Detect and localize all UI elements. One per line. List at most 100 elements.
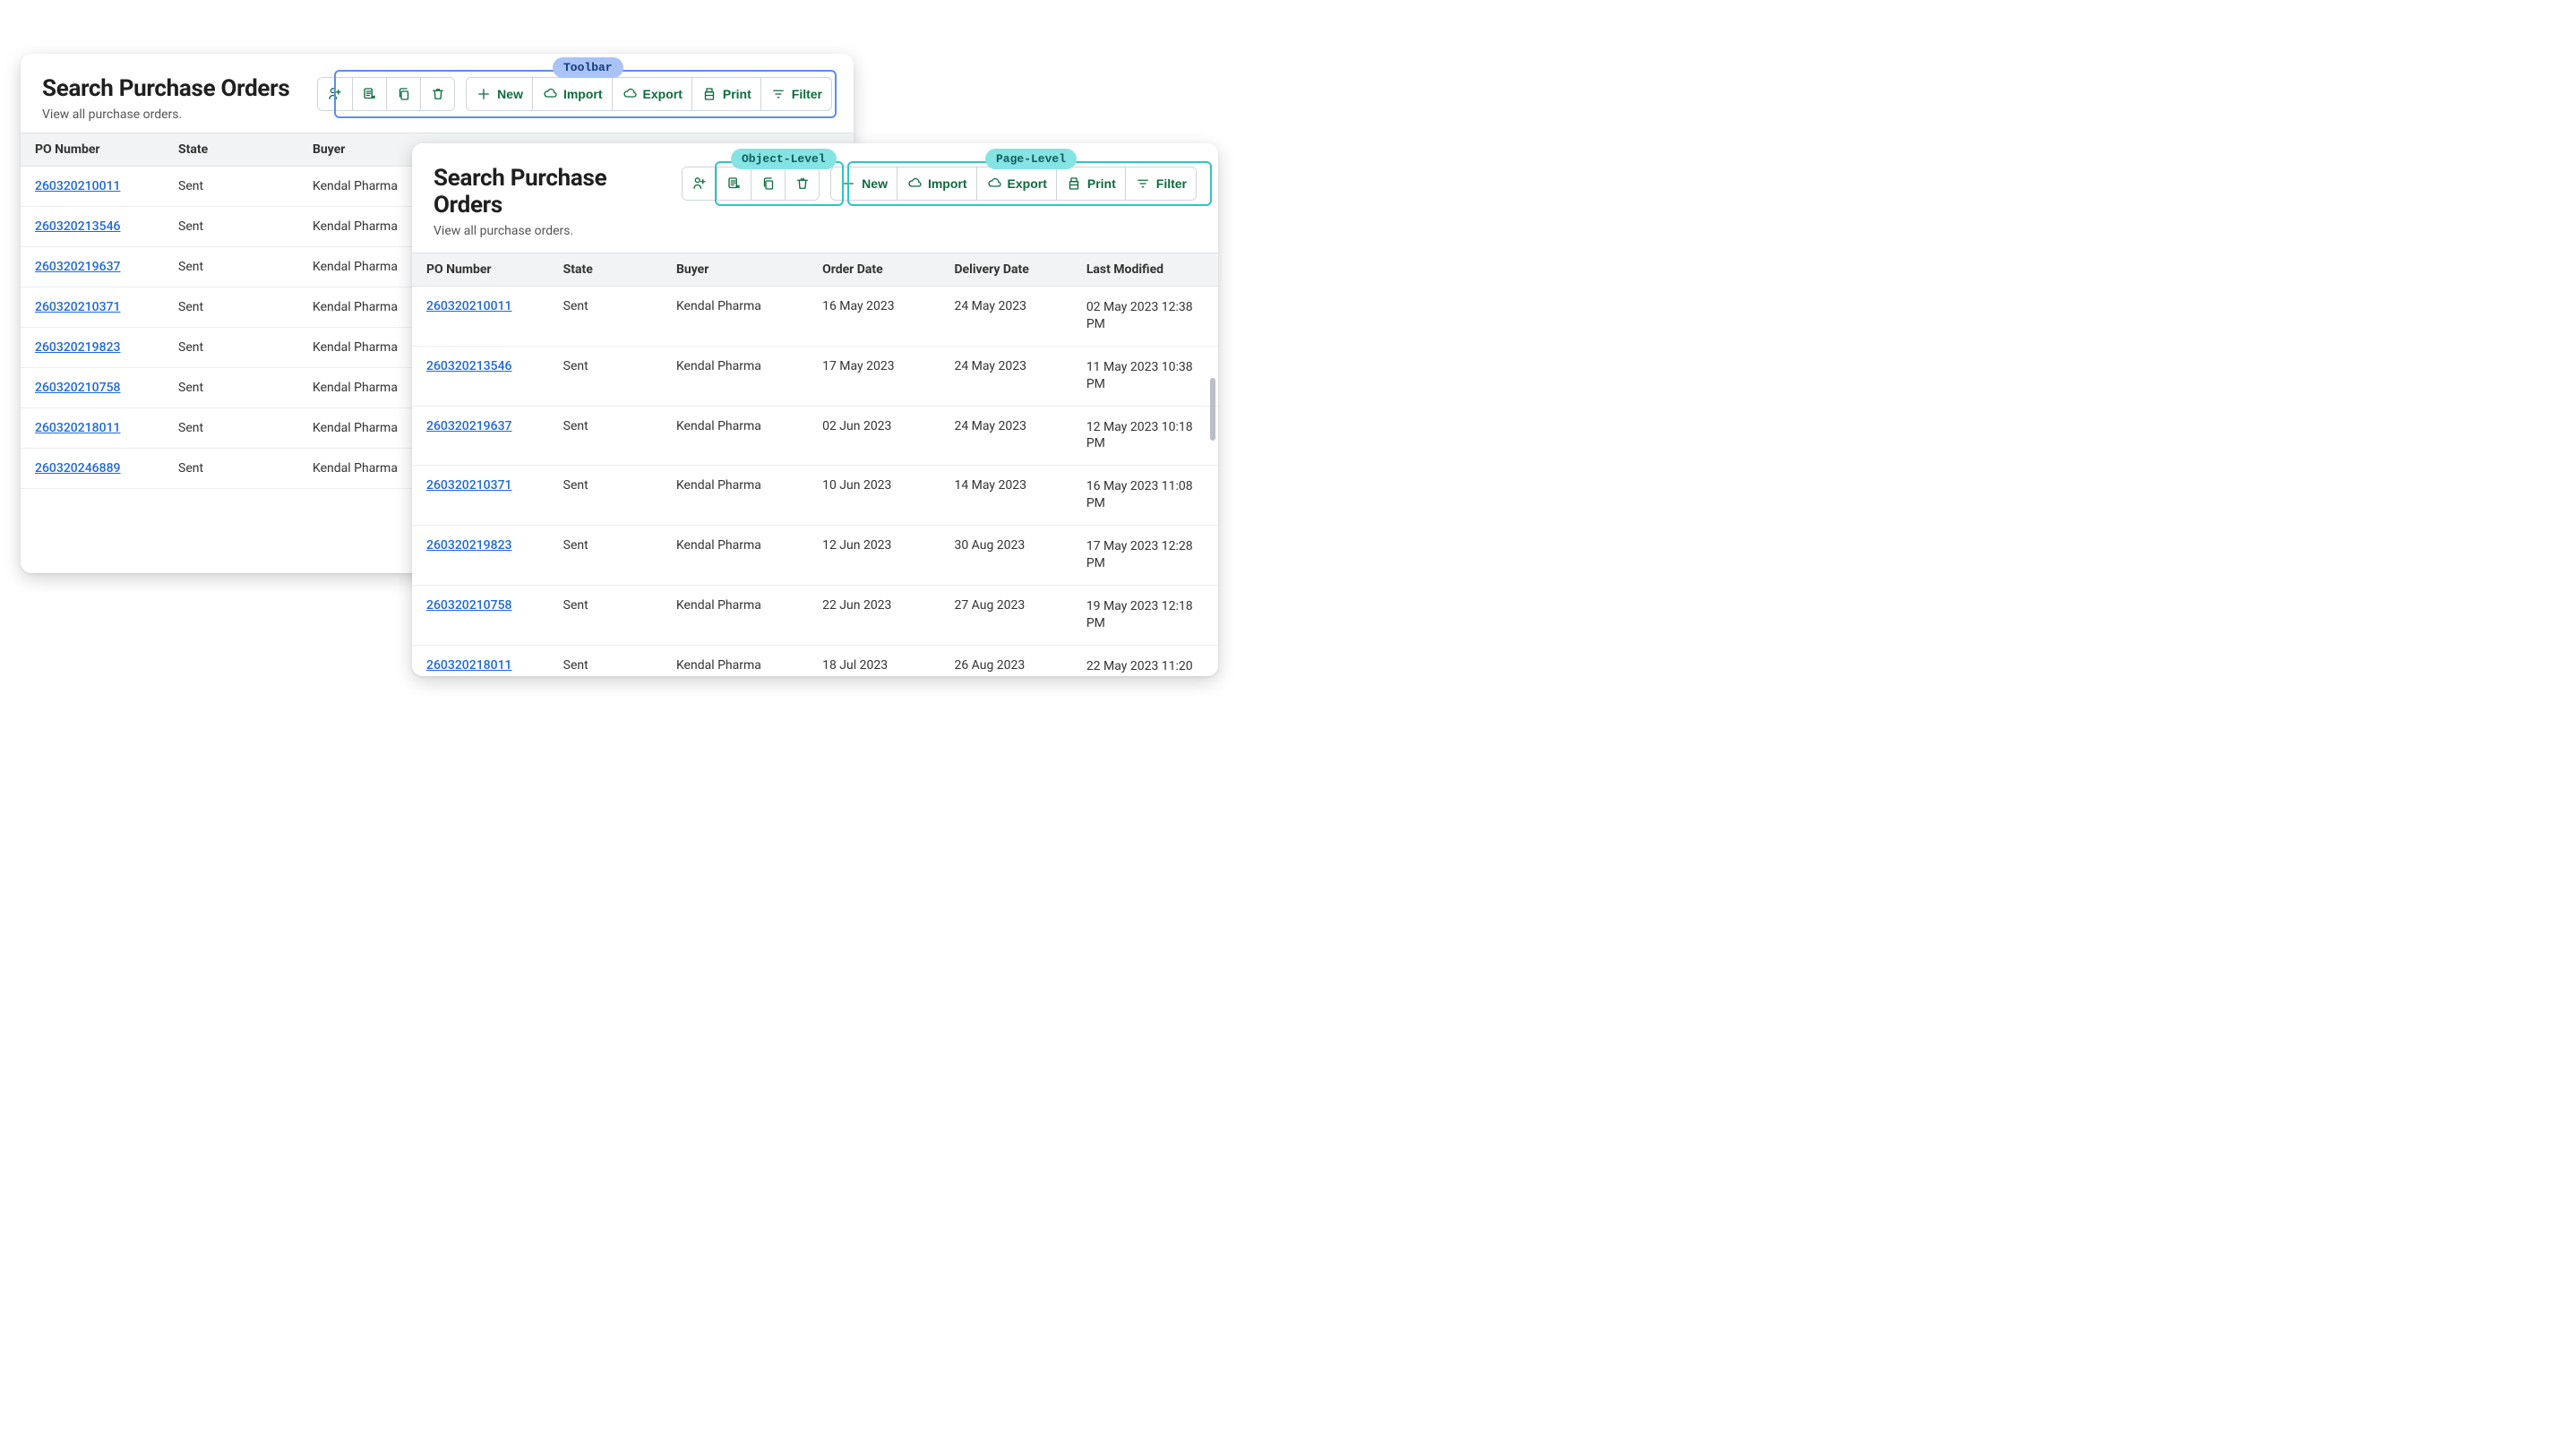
plus-icon bbox=[840, 176, 856, 192]
cloud-import-icon bbox=[542, 86, 558, 102]
cell-buyer: Kendal Pharma bbox=[662, 287, 808, 347]
add-user-button[interactable] bbox=[683, 167, 717, 200]
new-label: New bbox=[497, 87, 523, 101]
print-label: Print bbox=[723, 87, 751, 101]
table-row: 260320210371 SentKendal Pharma10 Jun 2023… bbox=[412, 466, 1218, 526]
copy-button[interactable] bbox=[386, 78, 420, 110]
cell-buyer: Kendal Pharma bbox=[662, 346, 808, 406]
user-plus-icon bbox=[691, 176, 708, 192]
export-label: Export bbox=[1008, 176, 1047, 191]
print-button[interactable]: Print bbox=[691, 78, 760, 110]
object-level-toolbar bbox=[682, 167, 820, 201]
cell-order: 16 May 2023 bbox=[808, 287, 940, 347]
cell-state: Sent bbox=[164, 167, 298, 207]
export-button[interactable]: Export bbox=[612, 78, 691, 110]
col-po: PO Number bbox=[412, 253, 549, 287]
new-button[interactable]: New bbox=[831, 167, 897, 200]
cell-delivery: 24 May 2023 bbox=[940, 346, 1071, 406]
col-state: State bbox=[549, 253, 662, 287]
scrollbar-thumb[interactable] bbox=[1210, 378, 1215, 441]
cell-lm: 02 May 2023 12:38 PM bbox=[1072, 287, 1218, 347]
cell-buyer: Kendal Pharma bbox=[662, 645, 808, 676]
print-icon bbox=[1066, 176, 1082, 192]
delete-button[interactable] bbox=[420, 78, 454, 110]
table-row: 260320218011SentKendal Pharma18 Jul 2023… bbox=[412, 645, 1218, 676]
import-button[interactable]: Import bbox=[897, 167, 976, 200]
cell-state: Sent bbox=[164, 368, 298, 408]
po-link[interactable]: 260320210011 bbox=[35, 179, 120, 193]
new-button[interactable]: New bbox=[467, 78, 532, 110]
cell-state: Sent bbox=[164, 408, 298, 449]
print-button[interactable]: Print bbox=[1056, 167, 1125, 200]
po-link[interactable]: 260320219637 bbox=[426, 419, 511, 433]
po-link[interactable]: 260320213546 bbox=[426, 359, 511, 373]
add-user-button[interactable] bbox=[318, 78, 352, 110]
cell-lm: 22 May 2023 11:20 PM bbox=[1072, 645, 1218, 676]
object-level-toolbar bbox=[317, 77, 455, 111]
filter-icon bbox=[1135, 176, 1151, 192]
page-title: Search Purchase Orders bbox=[434, 165, 671, 219]
cell-delivery: 30 Aug 2023 bbox=[940, 526, 1071, 586]
cell-buyer: Kendal Pharma bbox=[662, 406, 808, 466]
copy-button[interactable] bbox=[751, 167, 785, 200]
table-row: 260320210011 SentKendal Pharma16 May 2023… bbox=[412, 287, 1218, 347]
delete-button[interactable] bbox=[785, 167, 819, 200]
po-link[interactable]: 260320213546 bbox=[35, 219, 120, 234]
cell-lm: 12 May 2023 10:18 PM bbox=[1072, 406, 1218, 466]
po-table-front: PO Number State Buyer Order Date Deliver… bbox=[412, 253, 1218, 676]
plus-icon bbox=[476, 86, 492, 102]
cell-state: Sent bbox=[549, 585, 662, 645]
cell-order: 02 Jun 2023 bbox=[808, 406, 940, 466]
cell-lm: 11 May 2023 10:38 PM bbox=[1072, 346, 1218, 406]
cell-delivery: 24 May 2023 bbox=[940, 287, 1071, 347]
cell-state: Sent bbox=[164, 449, 298, 489]
cell-state: Sent bbox=[164, 287, 298, 328]
po-link[interactable]: 260320219823 bbox=[35, 340, 120, 355]
cell-order: 10 Jun 2023 bbox=[808, 466, 940, 526]
filter-button[interactable]: Filter bbox=[760, 78, 831, 110]
col-po: PO Number bbox=[21, 133, 164, 167]
po-link[interactable]: 260320210371 bbox=[426, 478, 511, 493]
export-button[interactable]: Export bbox=[976, 167, 1056, 200]
cell-buyer: Kendal Pharma bbox=[662, 466, 808, 526]
import-label: Import bbox=[563, 87, 603, 101]
po-link[interactable]: 260320210758 bbox=[35, 381, 120, 395]
cell-buyer: Kendal Pharma bbox=[662, 526, 808, 586]
form-button[interactable] bbox=[352, 78, 386, 110]
po-link[interactable]: 260320218011 bbox=[35, 421, 120, 435]
cell-state: Sent bbox=[164, 207, 298, 247]
import-button[interactable]: Import bbox=[532, 78, 612, 110]
page-subtitle: View all purchase orders. bbox=[42, 107, 289, 122]
po-link[interactable]: 260320218011 bbox=[426, 658, 511, 673]
cell-lm: 16 May 2023 11:08 PM bbox=[1072, 466, 1218, 526]
po-link[interactable]: 260320219823 bbox=[426, 538, 511, 553]
user-plus-icon bbox=[327, 86, 343, 102]
table-row: 260320210758SentKendal Pharma22 Jun 2023… bbox=[412, 585, 1218, 645]
po-link[interactable]: 260320219637 bbox=[35, 260, 120, 274]
cell-delivery: 24 May 2023 bbox=[940, 406, 1071, 466]
table-row: 260320219637SentKendal Pharma02 Jun 2023… bbox=[412, 406, 1218, 466]
filter-button[interactable]: Filter bbox=[1125, 167, 1196, 200]
form-button[interactable] bbox=[717, 167, 751, 200]
col-order: Order Date bbox=[808, 253, 940, 287]
cell-state: Sent bbox=[164, 328, 298, 368]
trash-icon bbox=[794, 176, 811, 192]
cell-state: Sent bbox=[549, 287, 662, 347]
cell-order: 17 May 2023 bbox=[808, 346, 940, 406]
cell-delivery: 27 Aug 2023 bbox=[940, 585, 1071, 645]
cell-lm: 19 May 2023 12:18 PM bbox=[1072, 585, 1218, 645]
filter-icon bbox=[770, 86, 786, 102]
print-icon bbox=[701, 86, 717, 102]
cell-delivery: 14 May 2023 bbox=[940, 466, 1071, 526]
filter-label: Filter bbox=[1156, 176, 1187, 191]
cell-delivery: 26 Aug 2023 bbox=[940, 645, 1071, 676]
filter-label: Filter bbox=[792, 87, 822, 101]
po-link[interactable]: 260320210758 bbox=[426, 598, 511, 613]
print-label: Print bbox=[1087, 176, 1116, 191]
po-link[interactable]: 260320246889 bbox=[35, 461, 120, 476]
cloud-export-icon bbox=[622, 86, 638, 102]
po-link[interactable]: 260320210371 bbox=[35, 300, 120, 314]
po-link[interactable]: 260320210011 bbox=[426, 299, 511, 313]
page-level-toolbar: New Import Export Print Filter bbox=[466, 77, 832, 111]
cell-state: Sent bbox=[549, 466, 662, 526]
